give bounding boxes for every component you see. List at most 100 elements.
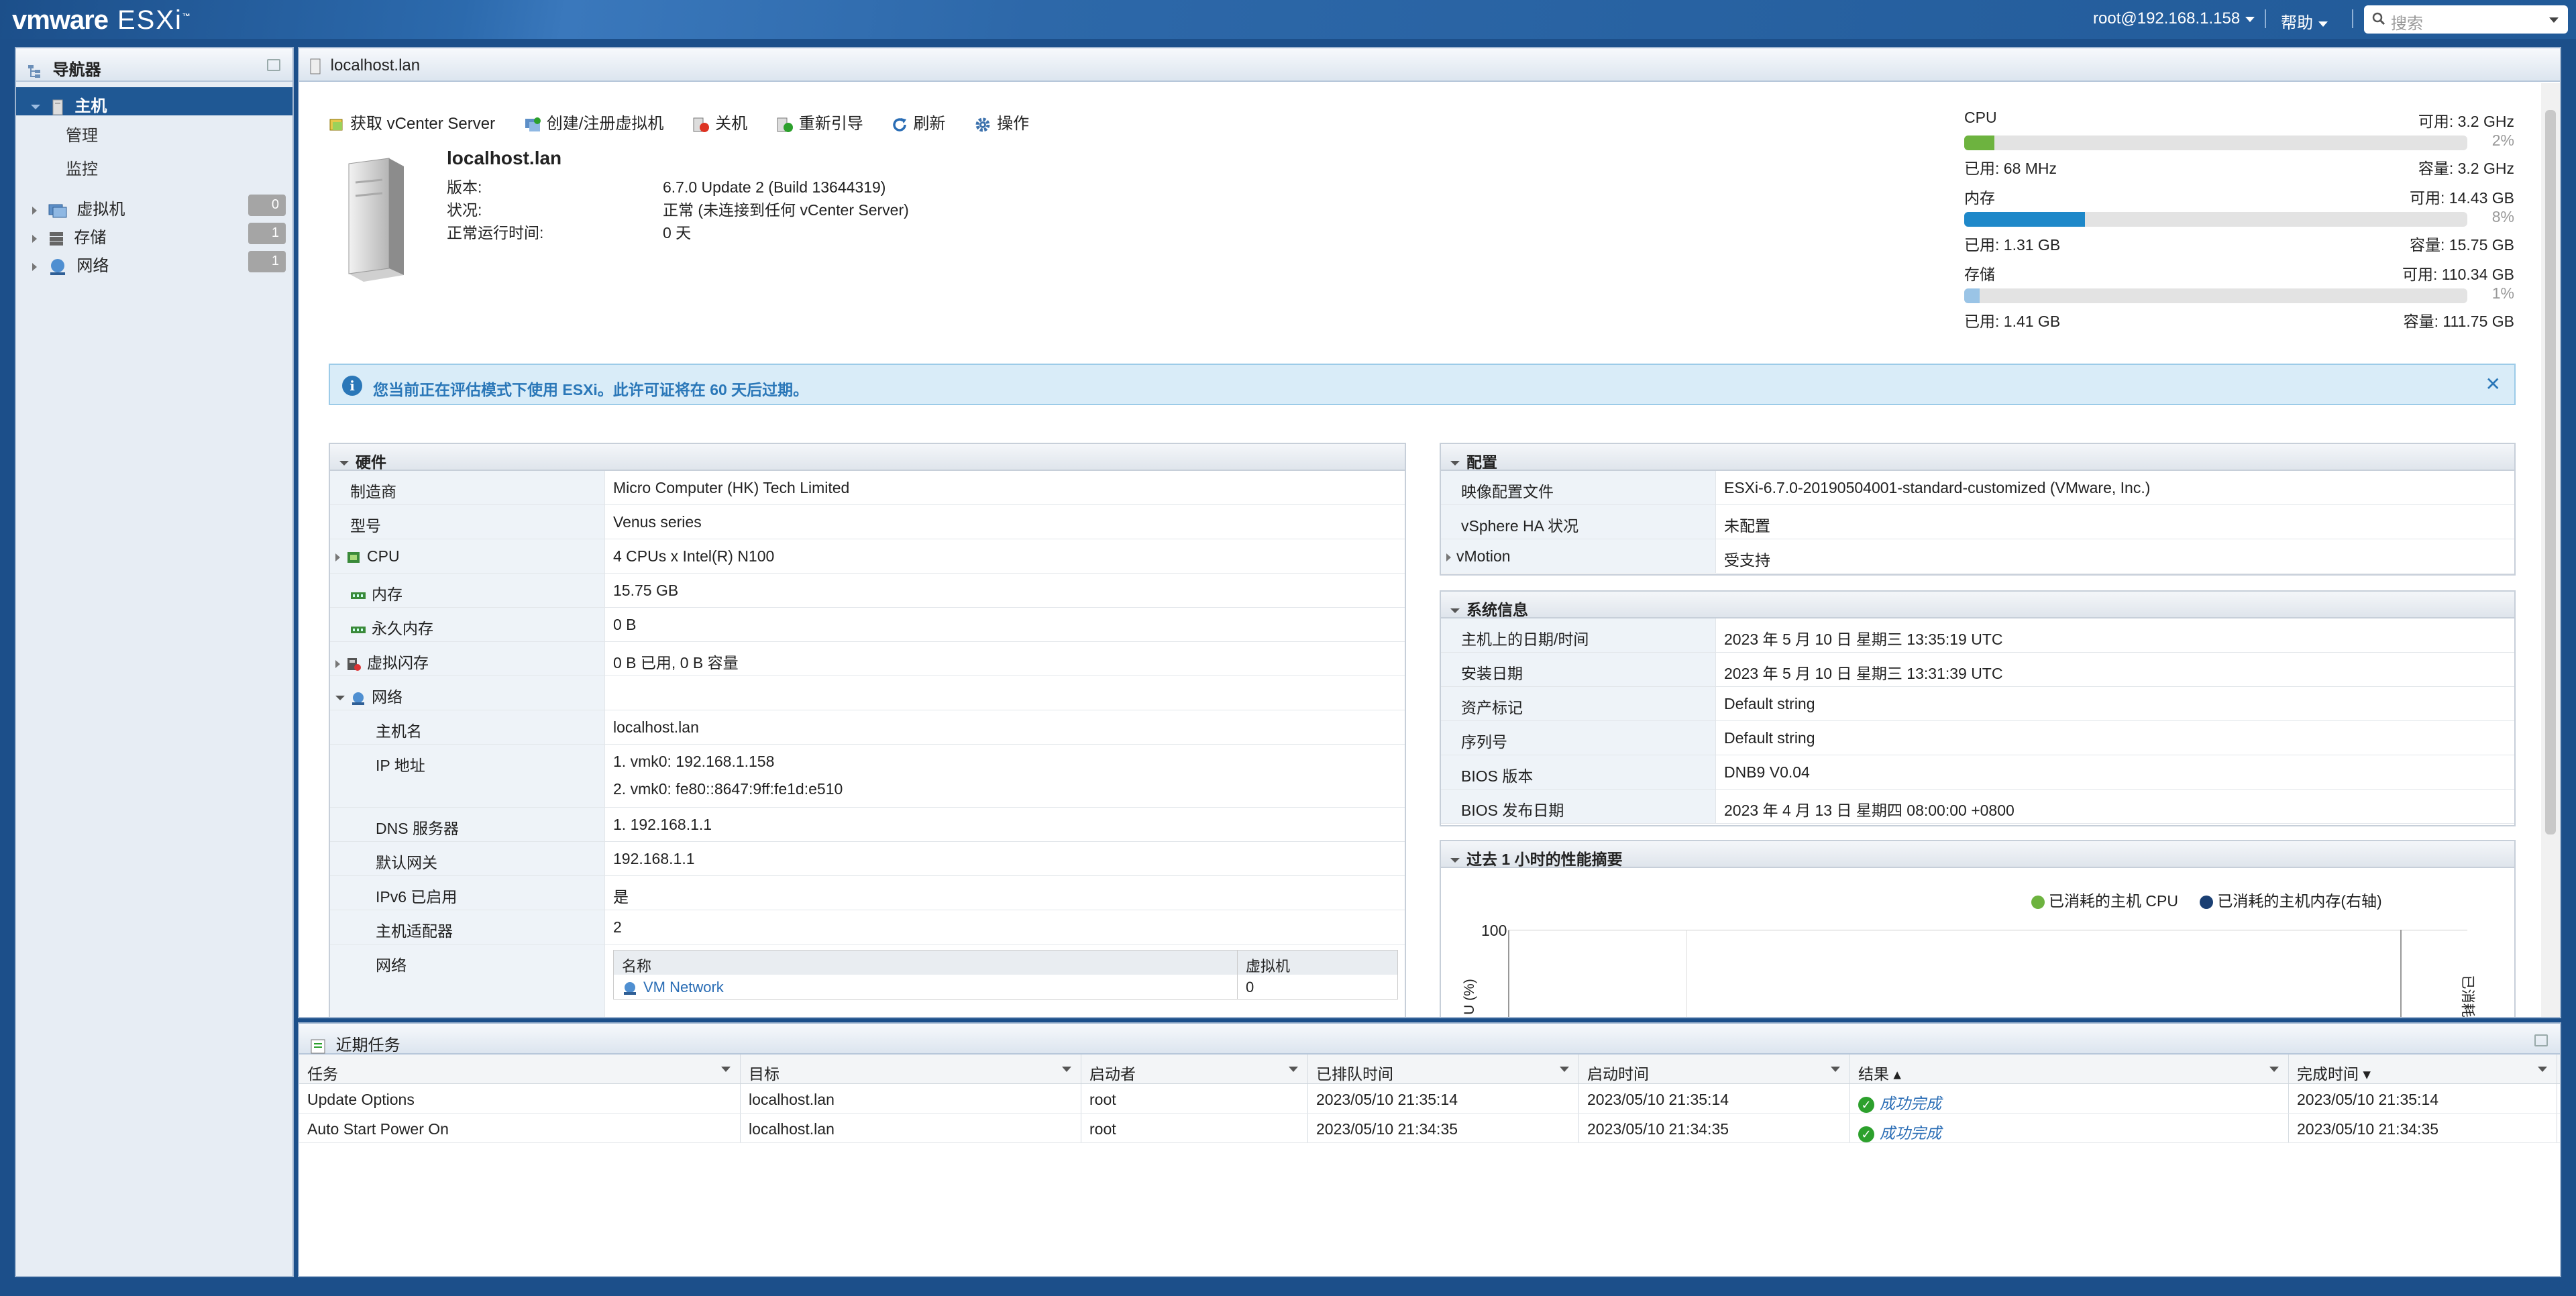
column-header-started[interactable]: 启动时间 — [1579, 1055, 1850, 1083]
search-input[interactable]: 搜索 — [2364, 5, 2568, 34]
cell-completed: 2023/05/10 21:34:35 — [2289, 1114, 2557, 1142]
kv-label: IPv6 已启用 — [330, 876, 605, 910]
actions-button[interactable]: 操作 — [974, 110, 1029, 133]
column-header-target[interactable]: 目标 — [741, 1055, 1081, 1083]
kv-value: 未配置 — [1724, 517, 1770, 535]
success-icon: ✓ — [1858, 1096, 1874, 1113]
resource-free: 可用: 110.34 GB — [2402, 266, 2514, 283]
usage-percent: 2% — [2491, 131, 2514, 149]
hardware-header[interactable]: 硬件 — [330, 444, 1405, 471]
kv-row: 主机适配器 2 — [330, 910, 1405, 944]
kv-row: 映像配置文件 ESXi-6.7.0-20190504001-standard-cu… — [1441, 471, 2514, 505]
kv-label: 主机名 — [330, 710, 605, 744]
storage-icon — [49, 231, 63, 246]
column-header-task[interactable]: 任务 — [299, 1055, 741, 1083]
version-label: 版本: — [447, 178, 482, 196]
chevron-down-icon[interactable] — [2269, 1067, 2279, 1072]
refresh-icon — [893, 117, 907, 131]
divider — [2265, 9, 2266, 28]
nav-item-manage[interactable]: 管理 — [16, 115, 292, 149]
expand-icon[interactable] — [32, 206, 37, 215]
system-info-header[interactable]: 系统信息 — [1441, 592, 2514, 618]
reboot-button[interactable]: 重新引导 — [776, 110, 863, 133]
expand-icon[interactable] — [32, 262, 37, 271]
persistent-memory-icon — [351, 626, 366, 633]
legend: 已消耗的主机 CPU 已消耗的主机内存(右轴) — [2031, 888, 2382, 911]
legend-memory: 已消耗的主机内存(右轴) — [2217, 892, 2382, 910]
nav-item-storage[interactable]: 存储 1 — [16, 219, 292, 247]
create-vm-button[interactable]: 创建/注册虚拟机 — [524, 110, 663, 133]
create-vm-icon — [525, 117, 541, 131]
chevron-down-icon[interactable] — [2538, 1067, 2547, 1072]
chevron-down-icon[interactable] — [2549, 17, 2559, 23]
network-icon — [624, 982, 636, 995]
recent-tasks-header: 近期任务 — [299, 1024, 2560, 1055]
kv-label: DNS 服务器 — [330, 808, 605, 841]
vm-network-link[interactable]: VM Network — [643, 979, 724, 995]
column-header-result[interactable]: 结果 ▴ — [1850, 1055, 2289, 1083]
resource-used: 已用: 1.41 GB — [1964, 313, 2061, 330]
cell-target: localhost.lan — [741, 1084, 1081, 1113]
uptime-value: 0 天 — [663, 224, 692, 241]
nav-item-network[interactable]: 网络 1 — [16, 247, 292, 275]
main-header: localhost.lan — [299, 48, 2560, 82]
y-axis-label-right: 已消耗 — [2459, 975, 2475, 1018]
close-icon[interactable]: ✕ — [2485, 373, 2501, 395]
collapse-panel-icon[interactable] — [267, 59, 280, 71]
table-row[interactable]: Auto Start Power On localhost.lan root 2023… — [299, 1114, 2560, 1143]
tasks-table-header: 任务 目标 启动者 已排队时间 启动时间 结果 ▴ 完成时间 ▾ — [299, 1055, 2560, 1084]
kv-row: 序列号 Default string — [1441, 721, 2514, 755]
vmotion-expander[interactable]: vMotion — [1441, 539, 1716, 573]
shutdown-icon — [693, 117, 710, 132]
table-row[interactable]: Update Options localhost.lan root 2023/05/1… — [299, 1084, 2560, 1114]
resource-free: 可用: 3.2 GHz — [2418, 113, 2514, 130]
vflash-expander[interactable]: 虚拟闪存 — [330, 642, 605, 676]
kv-row: 内存 15.75 GB — [330, 574, 1405, 608]
help-menu[interactable]: 帮助 — [2281, 9, 2328, 33]
resource-memory: 内存 可用: 14.43 GB 8% 已用: 1.31 GB 容量: 15.75 G… — [1964, 185, 2514, 262]
kv-value: 0 B — [613, 616, 637, 633]
kv-row-vmotion: vMotion 受支持 — [1441, 539, 2514, 574]
kv-label: 主机适配器 — [330, 910, 605, 944]
kv-row: 制造商 Micro Computer (HK) Tech Limited — [330, 471, 1405, 505]
kv-row: 永久内存 0 B — [330, 608, 1405, 642]
usage-bar — [1964, 288, 2467, 303]
column-header-queued[interactable]: 已排队时间 — [1308, 1055, 1579, 1083]
refresh-button[interactable]: 刷新 — [892, 110, 945, 133]
kv-value: 受支持 — [1724, 551, 1770, 569]
column-header-completed[interactable]: 完成时间 ▾ — [2289, 1055, 2557, 1083]
count-badge: 1 — [248, 251, 286, 272]
cell-queued: 2023/05/10 21:34:35 — [1308, 1114, 1579, 1142]
scrollbar[interactable] — [2541, 83, 2560, 1017]
performance-header[interactable]: 过去 1 小时的性能摘要 — [1441, 841, 2514, 868]
expand-icon[interactable] — [32, 234, 37, 243]
network-expander[interactable]: 网络 — [330, 676, 605, 710]
chevron-down-icon[interactable] — [1831, 1067, 1840, 1072]
kv-row-network: 网络 — [330, 676, 1405, 710]
chevron-down-icon[interactable] — [1289, 1067, 1298, 1072]
nav-item-vms[interactable]: 虚拟机 0 — [16, 191, 292, 219]
get-vcenter-button[interactable]: 获取 vCenter Server — [329, 110, 495, 133]
legend-cpu: 已消耗的主机 CPU — [2049, 892, 2178, 910]
kv-row-vflash: 虚拟闪存 0 B 已用, 0 B 容量 — [330, 642, 1405, 676]
usage-fill — [1964, 212, 2085, 227]
reboot-icon — [777, 117, 793, 132]
kv-row: 主机上的日期/时间 2023 年 5 月 10 日 星期三 13:35:19 UT… — [1441, 618, 2514, 653]
flash-icon — [347, 657, 361, 671]
column-header-name[interactable]: 名称 — [614, 951, 1238, 975]
chevron-down-icon[interactable] — [1062, 1067, 1071, 1072]
nav-item-monitor[interactable]: 监控 — [16, 149, 292, 182]
column-header-vms[interactable]: 虚拟机 — [1238, 951, 1397, 975]
network-icon — [352, 692, 364, 705]
shutdown-button[interactable]: 关机 — [692, 110, 747, 133]
user-menu[interactable]: root@192.168.1.158 — [2093, 9, 2255, 28]
collapse-panel-icon[interactable] — [2534, 1034, 2548, 1046]
chevron-down-icon[interactable] — [721, 1067, 731, 1072]
configuration-header[interactable]: 配置 — [1441, 444, 2514, 471]
column-header-initiator[interactable]: 启动者 — [1081, 1055, 1308, 1083]
scrollbar-thumb[interactable] — [2545, 110, 2556, 834]
nav-item-host[interactable]: 主机 — [16, 87, 292, 115]
chevron-down-icon[interactable] — [1560, 1067, 1569, 1072]
expand-icon[interactable] — [31, 105, 40, 110]
cpu-expander[interactable]: CPU — [330, 539, 605, 573]
